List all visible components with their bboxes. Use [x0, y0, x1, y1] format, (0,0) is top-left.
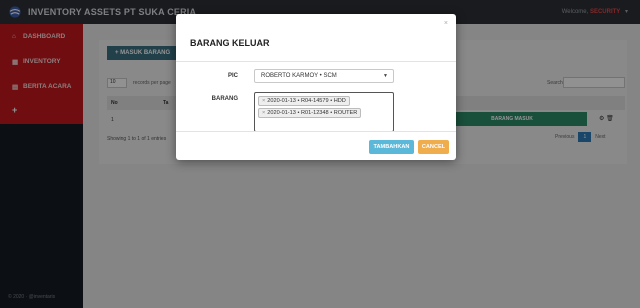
- divider: [176, 61, 456, 62]
- remove-tag-icon[interactable]: ×: [262, 98, 265, 104]
- modal-title: BARANG KELUAR: [190, 38, 270, 48]
- barang-tag-label: 2020-01-13 • R01-12348 • ROUTER: [267, 110, 358, 116]
- remove-tag-icon[interactable]: ×: [262, 110, 265, 116]
- barang-multiselect[interactable]: × 2020-01-13 • R04-14579 • HDD × 2020-01-1…: [254, 92, 394, 132]
- barang-keluar-modal: × BARANG KELUAR PIC ROBERTO KARMOY • SCM…: [176, 14, 456, 160]
- tambahkan-button[interactable]: TAMBAHKAN: [369, 140, 414, 154]
- pic-label: PIC: [227, 73, 238, 79]
- cancel-button[interactable]: CANCEL: [418, 140, 449, 154]
- barang-tag: × 2020-01-13 • R04-14579 • HDD: [258, 96, 350, 106]
- barang-label: BARANG: [211, 96, 238, 102]
- pic-selected-value: ROBERTO KARMOY • SCM: [261, 73, 337, 79]
- close-icon[interactable]: ×: [444, 20, 448, 27]
- barang-tag: × 2020-01-13 • R01-12348 • ROUTER: [258, 108, 362, 118]
- barang-tag-label: 2020-01-13 • R04-14579 • HDD: [267, 98, 346, 104]
- divider: [176, 131, 456, 132]
- pic-select[interactable]: ROBERTO KARMOY • SCM ▼: [254, 69, 394, 83]
- chevron-down-icon: ▼: [383, 73, 388, 79]
